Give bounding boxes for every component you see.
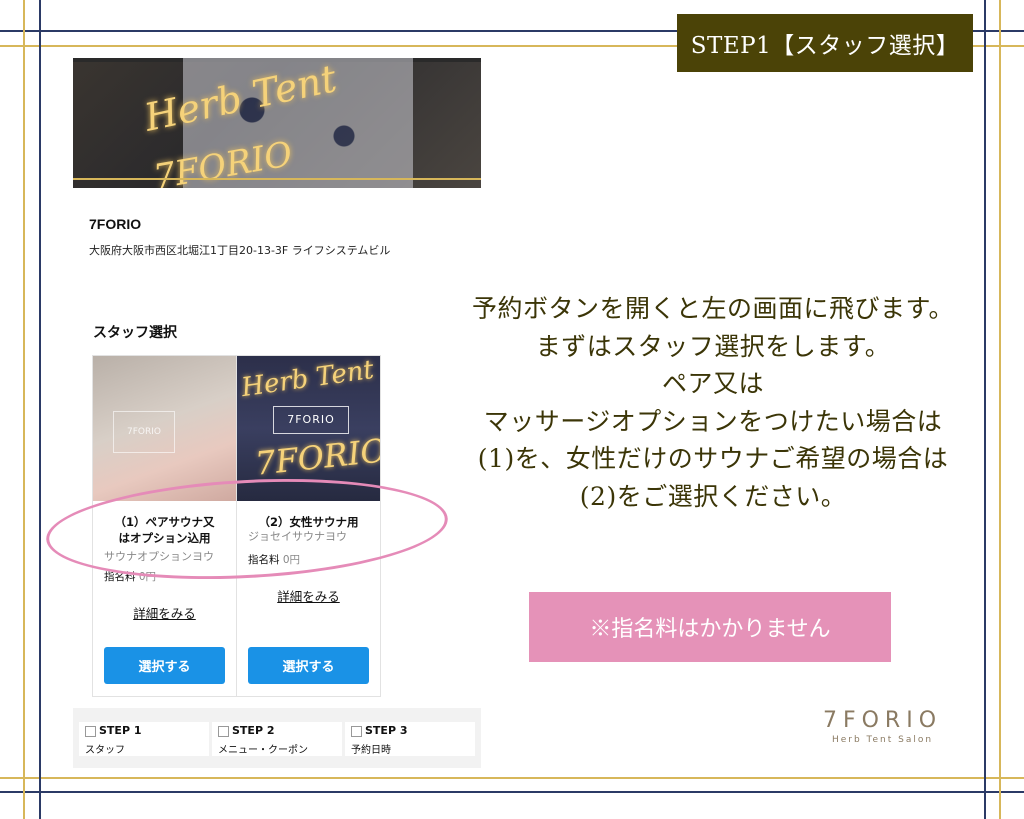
hero-gold-rule [73, 178, 481, 180]
frame-line-left-navy [39, 0, 41, 819]
hero-image: Herb Tent 7FORIO [73, 58, 481, 188]
shop-address: 大阪府大阪市西区北堀江1丁目20-13-3F ライフシステムビル [89, 244, 391, 257]
staff-section-title: スタッフ選択 [93, 325, 177, 341]
brand-sub-text: Herb Tent Salon [831, 735, 934, 745]
step-1: STEP 1 スタッフ [79, 722, 209, 756]
fee-note-banner: ※指名料はかかりません [529, 592, 891, 662]
photo-logo: 7FORIO [273, 406, 349, 434]
frame-line-bottom-navy [0, 791, 1024, 793]
message-line: マッサージオプションをつけたい場合は [483, 406, 943, 436]
step-title: STEP 3 [365, 724, 408, 737]
step-title: STEP 2 [232, 724, 275, 737]
step-progress: STEP 1 スタッフ STEP 2 メニュー・クーポン STEP 3 予約日時 [73, 708, 481, 768]
detail-link[interactable]: 詳細をみる [93, 603, 236, 622]
step-desc: 予約日時 [351, 745, 391, 756]
step-3: STEP 3 予約日時 [345, 722, 475, 756]
select-button[interactable]: 選択する [248, 647, 369, 684]
step-2: STEP 2 メニュー・クーポン [212, 722, 342, 756]
message-line: 予約ボタンを開くと左の画面に飛びます。 [471, 294, 954, 323]
frame-line-right-gold [999, 0, 1001, 819]
staff-photo: 7FORIO [93, 356, 236, 501]
select-button[interactable]: 選択する [104, 647, 225, 684]
photo-watermark: 7FORIO [113, 411, 175, 453]
frame-line-left-gold [23, 0, 25, 819]
brand-logo: 7FORIO Herb Tent Salon [800, 708, 965, 745]
message-line: ペア又は [661, 369, 764, 398]
frame-line-bottom-gold [0, 777, 1024, 779]
step-desc: スタッフ [85, 745, 125, 756]
frame-line-right-navy [984, 0, 986, 819]
step-badge: STEP1【スタッフ選択】 [677, 14, 973, 72]
photo-neon-text-2: 7FORIO [253, 431, 380, 483]
detail-link[interactable]: 詳細をみる [237, 586, 380, 605]
message-line: (1)を、女性だけのサウナご希望の場合は [477, 444, 949, 473]
step-checkbox [85, 726, 96, 737]
message-line: まずはスタッフ選択をします。 [535, 331, 891, 361]
step-checkbox [351, 726, 362, 737]
shop-name: 7FORIO [89, 216, 142, 232]
message-line: (2)をご選択ください。 [579, 481, 847, 511]
step-desc: メニュー・クーポン [218, 745, 308, 756]
photo-neon-text: Herb Tent [239, 356, 376, 404]
step-title: STEP 1 [99, 724, 142, 737]
booking-screenshot: Herb Tent 7FORIO 7FORIO 大阪府大阪市西区北堀江1丁目20… [73, 58, 481, 772]
step-checkbox [218, 726, 229, 737]
brand-logo-text: 7FORIO [822, 708, 943, 733]
instruction-message: 予約ボタンを開くと左の画面に飛びます。 まずはスタッフ選択をします。 ペア又は … [448, 290, 978, 515]
